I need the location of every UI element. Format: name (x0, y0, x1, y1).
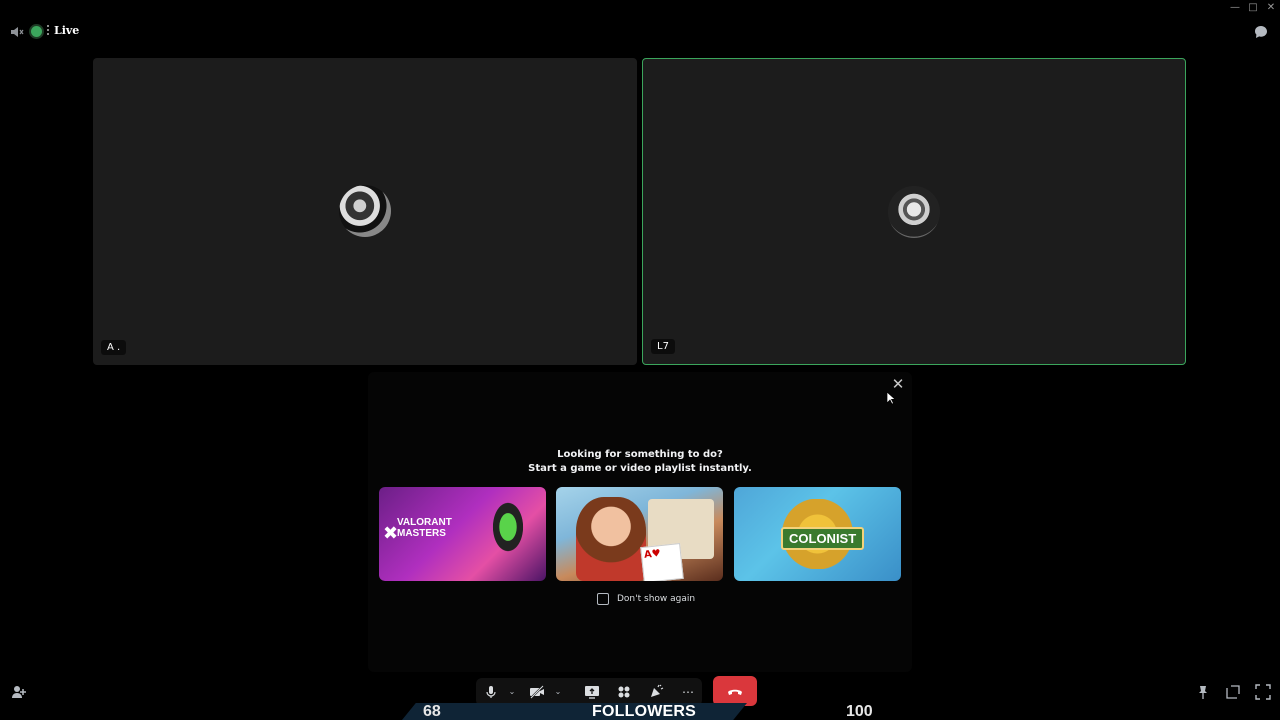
participant-tile-speaking[interactable]: L7 (642, 58, 1186, 365)
hang-up-button[interactable] (713, 676, 757, 706)
more-icon[interactable]: ⋯ (680, 684, 696, 700)
close-icon[interactable]: ✕ (890, 376, 906, 392)
valorant-logo-icon: ✖ (383, 523, 399, 544)
participant-name: A . (101, 340, 127, 355)
hang-up-icon (727, 684, 743, 698)
mouse-cursor-icon (886, 391, 896, 405)
participant-tile[interactable]: A . (93, 58, 637, 365)
user-avatar (888, 186, 940, 238)
chat-bubble-icon[interactable] (1254, 25, 1268, 39)
overlay-count-left: 68 (423, 703, 441, 720)
camera-off-icon[interactable] (529, 684, 545, 700)
popup-subtitle: Start a game or video playlist instantly… (528, 463, 752, 474)
card-title: COLONIST (781, 527, 865, 550)
live-status-label: Live (54, 24, 80, 37)
character-art (576, 497, 646, 581)
valorant-masters-card[interactable]: ✖ VALORANT MASTERS (379, 487, 546, 581)
live-status-dot (31, 26, 42, 37)
popout-icon[interactable] (1225, 684, 1241, 700)
colonist-card[interactable]: COLONIST (734, 487, 901, 581)
chevron-down-icon[interactable]: ⌄ (553, 686, 563, 698)
dont-show-again-checkbox[interactable] (597, 593, 609, 605)
status-divider (47, 25, 49, 38)
maximize-icon[interactable]: □ (1246, 2, 1260, 14)
close-window-icon[interactable]: ✕ (1264, 2, 1278, 14)
invite-icon[interactable] (11, 684, 27, 700)
character-art (478, 495, 538, 575)
card-title: VALORANT MASTERS (397, 517, 452, 539)
participant-name: L7 (651, 339, 675, 354)
soundboard-icon[interactable] (648, 684, 664, 700)
microphone-icon[interactable] (483, 684, 499, 700)
chevron-down-icon[interactable]: ⌄ (507, 686, 517, 698)
solitaire-card[interactable]: A♥ (556, 487, 723, 581)
speaker-muted-icon[interactable] (10, 25, 24, 39)
screen-share-icon[interactable] (584, 684, 600, 700)
user-avatar (339, 185, 391, 237)
pin-icon[interactable] (1195, 684, 1211, 700)
playing-cards-art: A♥ (640, 543, 684, 581)
overlay-count-right: 100 (846, 703, 873, 720)
overlay-followers-label: FOLLOWERS (592, 703, 697, 720)
fullscreen-icon[interactable] (1255, 684, 1271, 700)
activities-icon[interactable] (616, 684, 632, 700)
minimize-icon[interactable]: — (1228, 2, 1242, 14)
call-top-bar: Live — □ ✕ (0, 0, 1280, 60)
dont-show-again-label: Don't show again (617, 594, 696, 604)
popup-title: Looking for something to do? (557, 449, 723, 460)
